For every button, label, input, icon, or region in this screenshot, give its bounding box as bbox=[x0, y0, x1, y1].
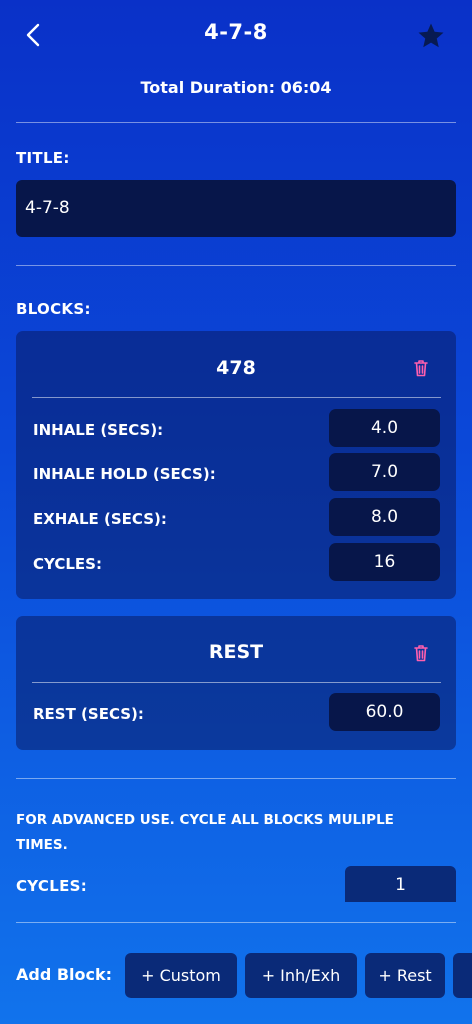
inhale-label: INHALE (SECS): bbox=[33, 421, 164, 439]
page-title: 4-7-8 bbox=[204, 20, 268, 44]
title-input[interactable]: 4-7-8 bbox=[16, 180, 456, 237]
cycles-label: CYCLES: bbox=[33, 555, 102, 573]
more-add-button-partial[interactable] bbox=[453, 953, 472, 998]
blocks-label: BLOCKS: bbox=[16, 300, 91, 318]
rest-seconds-input[interactable]: 60.0 bbox=[329, 693, 440, 731]
add-block-label: Add Block: bbox=[16, 965, 113, 984]
total-duration: Total Duration: 06:04 bbox=[140, 78, 332, 97]
global-cycles-input[interactable]: 1 bbox=[345, 866, 456, 902]
block-cycles-input[interactable]: 16 bbox=[329, 543, 440, 581]
add-custom-button[interactable]: + Custom bbox=[125, 953, 237, 998]
rest-label: REST (SECS): bbox=[33, 705, 144, 723]
divider bbox=[16, 265, 456, 266]
advanced-info-text: FOR ADVANCED USE. CYCLE ALL BLOCKS MULIP… bbox=[16, 812, 394, 853]
exhale-seconds-input[interactable]: 8.0 bbox=[329, 498, 440, 536]
trash-icon[interactable] bbox=[412, 358, 430, 378]
block-name: REST bbox=[208, 641, 264, 663]
title-label: TITLE: bbox=[16, 149, 70, 167]
card-divider bbox=[32, 397, 441, 398]
global-cycles-label: CYCLES: bbox=[16, 877, 88, 895]
inhale-hold-label: INHALE HOLD (SECS): bbox=[33, 465, 216, 483]
divider bbox=[16, 778, 456, 779]
exhale-label: EXHALE (SECS): bbox=[33, 510, 167, 528]
inhale-seconds-input[interactable]: 4.0 bbox=[329, 409, 440, 447]
divider bbox=[16, 922, 456, 923]
trash-icon[interactable] bbox=[412, 643, 430, 663]
block-card-rest: REST REST (SECS): 60.0 bbox=[16, 616, 456, 750]
card-divider bbox=[32, 682, 441, 683]
block-card-478: 478 INHALE (SECS): 4.0 INHALE HOLD (SECS… bbox=[16, 331, 456, 599]
divider bbox=[16, 122, 456, 123]
inhale-hold-seconds-input[interactable]: 7.0 bbox=[329, 453, 440, 491]
favorite-star-icon[interactable] bbox=[416, 21, 446, 51]
block-name: 478 bbox=[216, 357, 256, 379]
add-rest-button[interactable]: + Rest bbox=[365, 953, 445, 998]
add-inhale-exhale-button[interactable]: + Inh/Exh bbox=[245, 953, 357, 998]
